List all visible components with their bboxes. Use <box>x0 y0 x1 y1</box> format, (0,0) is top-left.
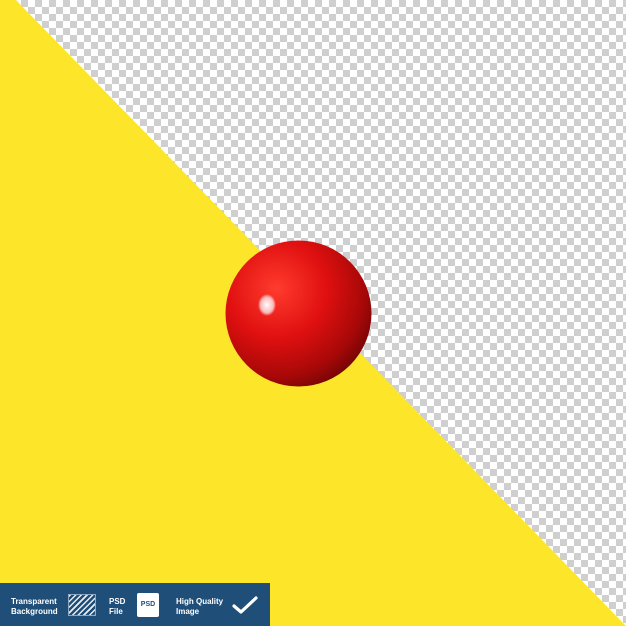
ball-highlight <box>258 294 276 316</box>
transparent-label-line2: Background <box>11 607 58 616</box>
checkmark-icon <box>232 596 258 614</box>
red-ball <box>225 240 372 387</box>
quality-label-line2: Image <box>176 607 200 616</box>
quality-label-line1: High Quality <box>176 597 224 606</box>
psd-file-label: PSD File <box>109 597 133 617</box>
psd-icon-text: PSD <box>140 601 156 608</box>
image-canvas <box>0 0 626 626</box>
high-quality-label: High Quality Image <box>176 597 232 617</box>
psd-label-line2: File <box>109 607 123 616</box>
psd-file-icon: PSD <box>137 593 159 617</box>
transparent-background-label: Transparent Background <box>11 597 67 617</box>
psd-label-line1: PSD <box>109 597 126 606</box>
ball-body <box>225 240 372 387</box>
hatch-pattern-icon <box>68 594 96 616</box>
feature-badge-bar: Transparent Background PSD File PSD High… <box>0 583 270 626</box>
transparent-label-line1: Transparent <box>11 597 57 606</box>
